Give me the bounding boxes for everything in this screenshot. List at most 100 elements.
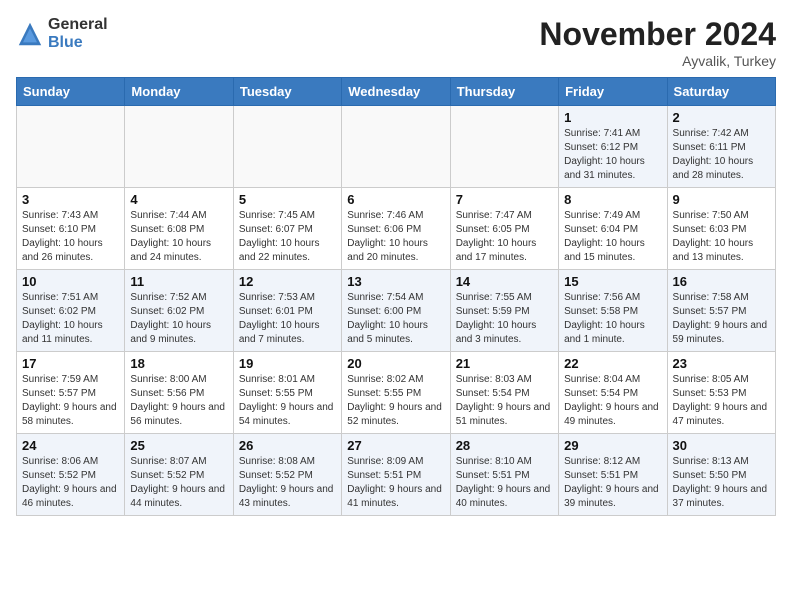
day-number: 17 (22, 356, 119, 371)
day-number: 1 (564, 110, 661, 125)
calendar-cell-w0d2 (233, 106, 341, 188)
logo-general-text: General (48, 16, 108, 34)
day-info: Sunrise: 8:12 AM Sunset: 5:51 PM Dayligh… (564, 455, 661, 511)
day-number: 18 (130, 356, 227, 371)
day-info: Sunrise: 8:00 AM Sunset: 5:56 PM Dayligh… (130, 373, 227, 429)
day-number: 3 (22, 192, 119, 207)
calendar-cell-w2d1: 11 Sunrise: 7:52 AM Sunset: 6:02 PM Dayli… (125, 270, 233, 352)
day-info: Sunrise: 7:47 AM Sunset: 6:05 PM Dayligh… (456, 209, 553, 265)
weekday-header-monday: Monday (125, 78, 233, 106)
location: Ayvalik, Turkey (539, 53, 776, 69)
calendar-cell-w0d0 (17, 106, 125, 188)
calendar-cell-w2d3: 13Sunrise: 7:54 AM Sunset: 6:00 PM Dayli… (342, 270, 450, 352)
calendar-cell-w2d5: 15 Sunrise: 7:56 AM Sunset: 5:58 PM Dayli… (559, 270, 667, 352)
day-number: 30 (673, 438, 770, 453)
day-number: 11 (130, 274, 227, 289)
day-info: Sunrise: 8:08 AM Sunset: 5:52 PM Dayligh… (239, 455, 336, 511)
calendar-cell-w0d6: 2Sunrise: 7:42 AM Sunset: 6:11 PM Daylig… (667, 106, 775, 188)
calendar-cell-w1d4: 7 Sunrise: 7:47 AM Sunset: 6:05 PM Daylig… (450, 188, 558, 270)
day-info: Sunrise: 7:53 AM Sunset: 6:01 PM Dayligh… (239, 291, 336, 347)
day-number: 29 (564, 438, 661, 453)
day-info: Sunrise: 7:45 AM Sunset: 6:07 PM Dayligh… (239, 209, 336, 265)
calendar-cell-w4d3: 27 Sunrise: 8:09 AM Sunset: 5:51 PM Dayli… (342, 434, 450, 516)
weekday-header-friday: Friday (559, 78, 667, 106)
day-number: 14 (456, 274, 553, 289)
calendar-cell-w4d5: 29 Sunrise: 8:12 AM Sunset: 5:51 PM Dayli… (559, 434, 667, 516)
calendar-cell-w3d6: 23 Sunrise: 8:05 AM Sunset: 5:53 PM Dayli… (667, 352, 775, 434)
calendar-cell-w2d0: 10 Sunrise: 7:51 AM Sunset: 6:02 PM Dayli… (17, 270, 125, 352)
calendar-cell-w4d1: 25Sunrise: 8:07 AM Sunset: 5:52 PM Dayli… (125, 434, 233, 516)
day-info: Sunrise: 7:41 AM Sunset: 6:12 PM Dayligh… (564, 127, 661, 183)
calendar-cell-w3d1: 18 Sunrise: 8:00 AM Sunset: 5:56 PM Dayli… (125, 352, 233, 434)
day-info: Sunrise: 7:44 AM Sunset: 6:08 PM Dayligh… (130, 209, 227, 265)
calendar-cell-w3d2: 19 Sunrise: 8:01 AM Sunset: 5:55 PM Dayli… (233, 352, 341, 434)
calendar-cell-w4d2: 26 Sunrise: 8:08 AM Sunset: 5:52 PM Dayli… (233, 434, 341, 516)
day-info: Sunrise: 7:51 AM Sunset: 6:02 PM Dayligh… (22, 291, 119, 347)
calendar-cell-w1d6: 9 Sunrise: 7:50 AM Sunset: 6:03 PM Daylig… (667, 188, 775, 270)
day-number: 9 (673, 192, 770, 207)
day-info: Sunrise: 8:10 AM Sunset: 5:51 PM Dayligh… (456, 455, 553, 511)
calendar-cell-w1d3: 6Sunrise: 7:46 AM Sunset: 6:06 PM Daylig… (342, 188, 450, 270)
calendar-cell-w4d0: 24 Sunrise: 8:06 AM Sunset: 5:52 PM Dayli… (17, 434, 125, 516)
day-number: 25 (130, 438, 227, 453)
calendar-cell-w2d4: 14 Sunrise: 7:55 AM Sunset: 5:59 PM Dayli… (450, 270, 558, 352)
weekday-header-wednesday: Wednesday (342, 78, 450, 106)
day-number: 26 (239, 438, 336, 453)
day-info: Sunrise: 7:54 AM Sunset: 6:00 PM Dayligh… (347, 291, 444, 347)
calendar-cell-w1d1: 4 Sunrise: 7:44 AM Sunset: 6:08 PM Daylig… (125, 188, 233, 270)
day-number: 22 (564, 356, 661, 371)
day-info: Sunrise: 8:03 AM Sunset: 5:54 PM Dayligh… (456, 373, 553, 429)
calendar-cell-w4d6: 30 Sunrise: 8:13 AM Sunset: 5:50 PM Dayli… (667, 434, 775, 516)
day-number: 27 (347, 438, 444, 453)
day-info: Sunrise: 8:05 AM Sunset: 5:53 PM Dayligh… (673, 373, 770, 429)
logo-icon (16, 20, 44, 48)
calendar-cell-w3d3: 20 Sunrise: 8:02 AM Sunset: 5:55 PM Dayli… (342, 352, 450, 434)
day-info: Sunrise: 7:59 AM Sunset: 5:57 PM Dayligh… (22, 373, 119, 429)
calendar-cell-w2d6: 16 Sunrise: 7:58 AM Sunset: 5:57 PM Dayli… (667, 270, 775, 352)
day-number: 15 (564, 274, 661, 289)
day-info: Sunrise: 7:50 AM Sunset: 6:03 PM Dayligh… (673, 209, 770, 265)
day-info: Sunrise: 8:01 AM Sunset: 5:55 PM Dayligh… (239, 373, 336, 429)
day-info: Sunrise: 7:55 AM Sunset: 5:59 PM Dayligh… (456, 291, 553, 347)
calendar-cell-w3d4: 21 Sunrise: 8:03 AM Sunset: 5:54 PM Dayli… (450, 352, 558, 434)
day-number: 23 (673, 356, 770, 371)
day-number: 2 (673, 110, 770, 125)
calendar-cell-w3d0: 17 Sunrise: 7:59 AM Sunset: 5:57 PM Dayli… (17, 352, 125, 434)
day-number: 19 (239, 356, 336, 371)
calendar-cell-w0d4 (450, 106, 558, 188)
day-info: Sunrise: 7:58 AM Sunset: 5:57 PM Dayligh… (673, 291, 770, 347)
calendar-cell-w2d2: 12Sunrise: 7:53 AM Sunset: 6:01 PM Dayli… (233, 270, 341, 352)
day-number: 4 (130, 192, 227, 207)
day-info: Sunrise: 8:02 AM Sunset: 5:55 PM Dayligh… (347, 373, 444, 429)
day-info: Sunrise: 8:09 AM Sunset: 5:51 PM Dayligh… (347, 455, 444, 511)
day-info: Sunrise: 7:49 AM Sunset: 6:04 PM Dayligh… (564, 209, 661, 265)
day-info: Sunrise: 7:52 AM Sunset: 6:02 PM Dayligh… (130, 291, 227, 347)
day-number: 16 (673, 274, 770, 289)
day-number: 20 (347, 356, 444, 371)
day-number: 7 (456, 192, 553, 207)
day-number: 6 (347, 192, 444, 207)
calendar-cell-w3d5: 22 Sunrise: 8:04 AM Sunset: 5:54 PM Dayli… (559, 352, 667, 434)
month-title: November 2024 (539, 16, 776, 53)
day-number: 21 (456, 356, 553, 371)
calendar-cell-w0d1 (125, 106, 233, 188)
calendar-cell-w0d5: 1 Sunrise: 7:41 AM Sunset: 6:12 PM Daylig… (559, 106, 667, 188)
title-block: November 2024 Ayvalik, Turkey (539, 16, 776, 69)
calendar-cell-w1d2: 5Sunrise: 7:45 AM Sunset: 6:07 PM Daylig… (233, 188, 341, 270)
weekday-header-saturday: Saturday (667, 78, 775, 106)
day-number: 24 (22, 438, 119, 453)
calendar-cell-w0d3 (342, 106, 450, 188)
day-info: Sunrise: 8:04 AM Sunset: 5:54 PM Dayligh… (564, 373, 661, 429)
logo-blue-text: Blue (48, 34, 108, 52)
weekday-header-tuesday: Tuesday (233, 78, 341, 106)
calendar-cell-w1d5: 8Sunrise: 7:49 AM Sunset: 6:04 PM Daylig… (559, 188, 667, 270)
day-number: 10 (22, 274, 119, 289)
day-number: 28 (456, 438, 553, 453)
day-info: Sunrise: 8:13 AM Sunset: 5:50 PM Dayligh… (673, 455, 770, 511)
logo: General Blue (16, 16, 108, 51)
day-info: Sunrise: 7:56 AM Sunset: 5:58 PM Dayligh… (564, 291, 661, 347)
calendar-cell-w1d0: 3Sunrise: 7:43 AM Sunset: 6:10 PM Daylig… (17, 188, 125, 270)
day-info: Sunrise: 8:06 AM Sunset: 5:52 PM Dayligh… (22, 455, 119, 511)
calendar-cell-w4d4: 28 Sunrise: 8:10 AM Sunset: 5:51 PM Dayli… (450, 434, 558, 516)
weekday-header-sunday: Sunday (17, 78, 125, 106)
